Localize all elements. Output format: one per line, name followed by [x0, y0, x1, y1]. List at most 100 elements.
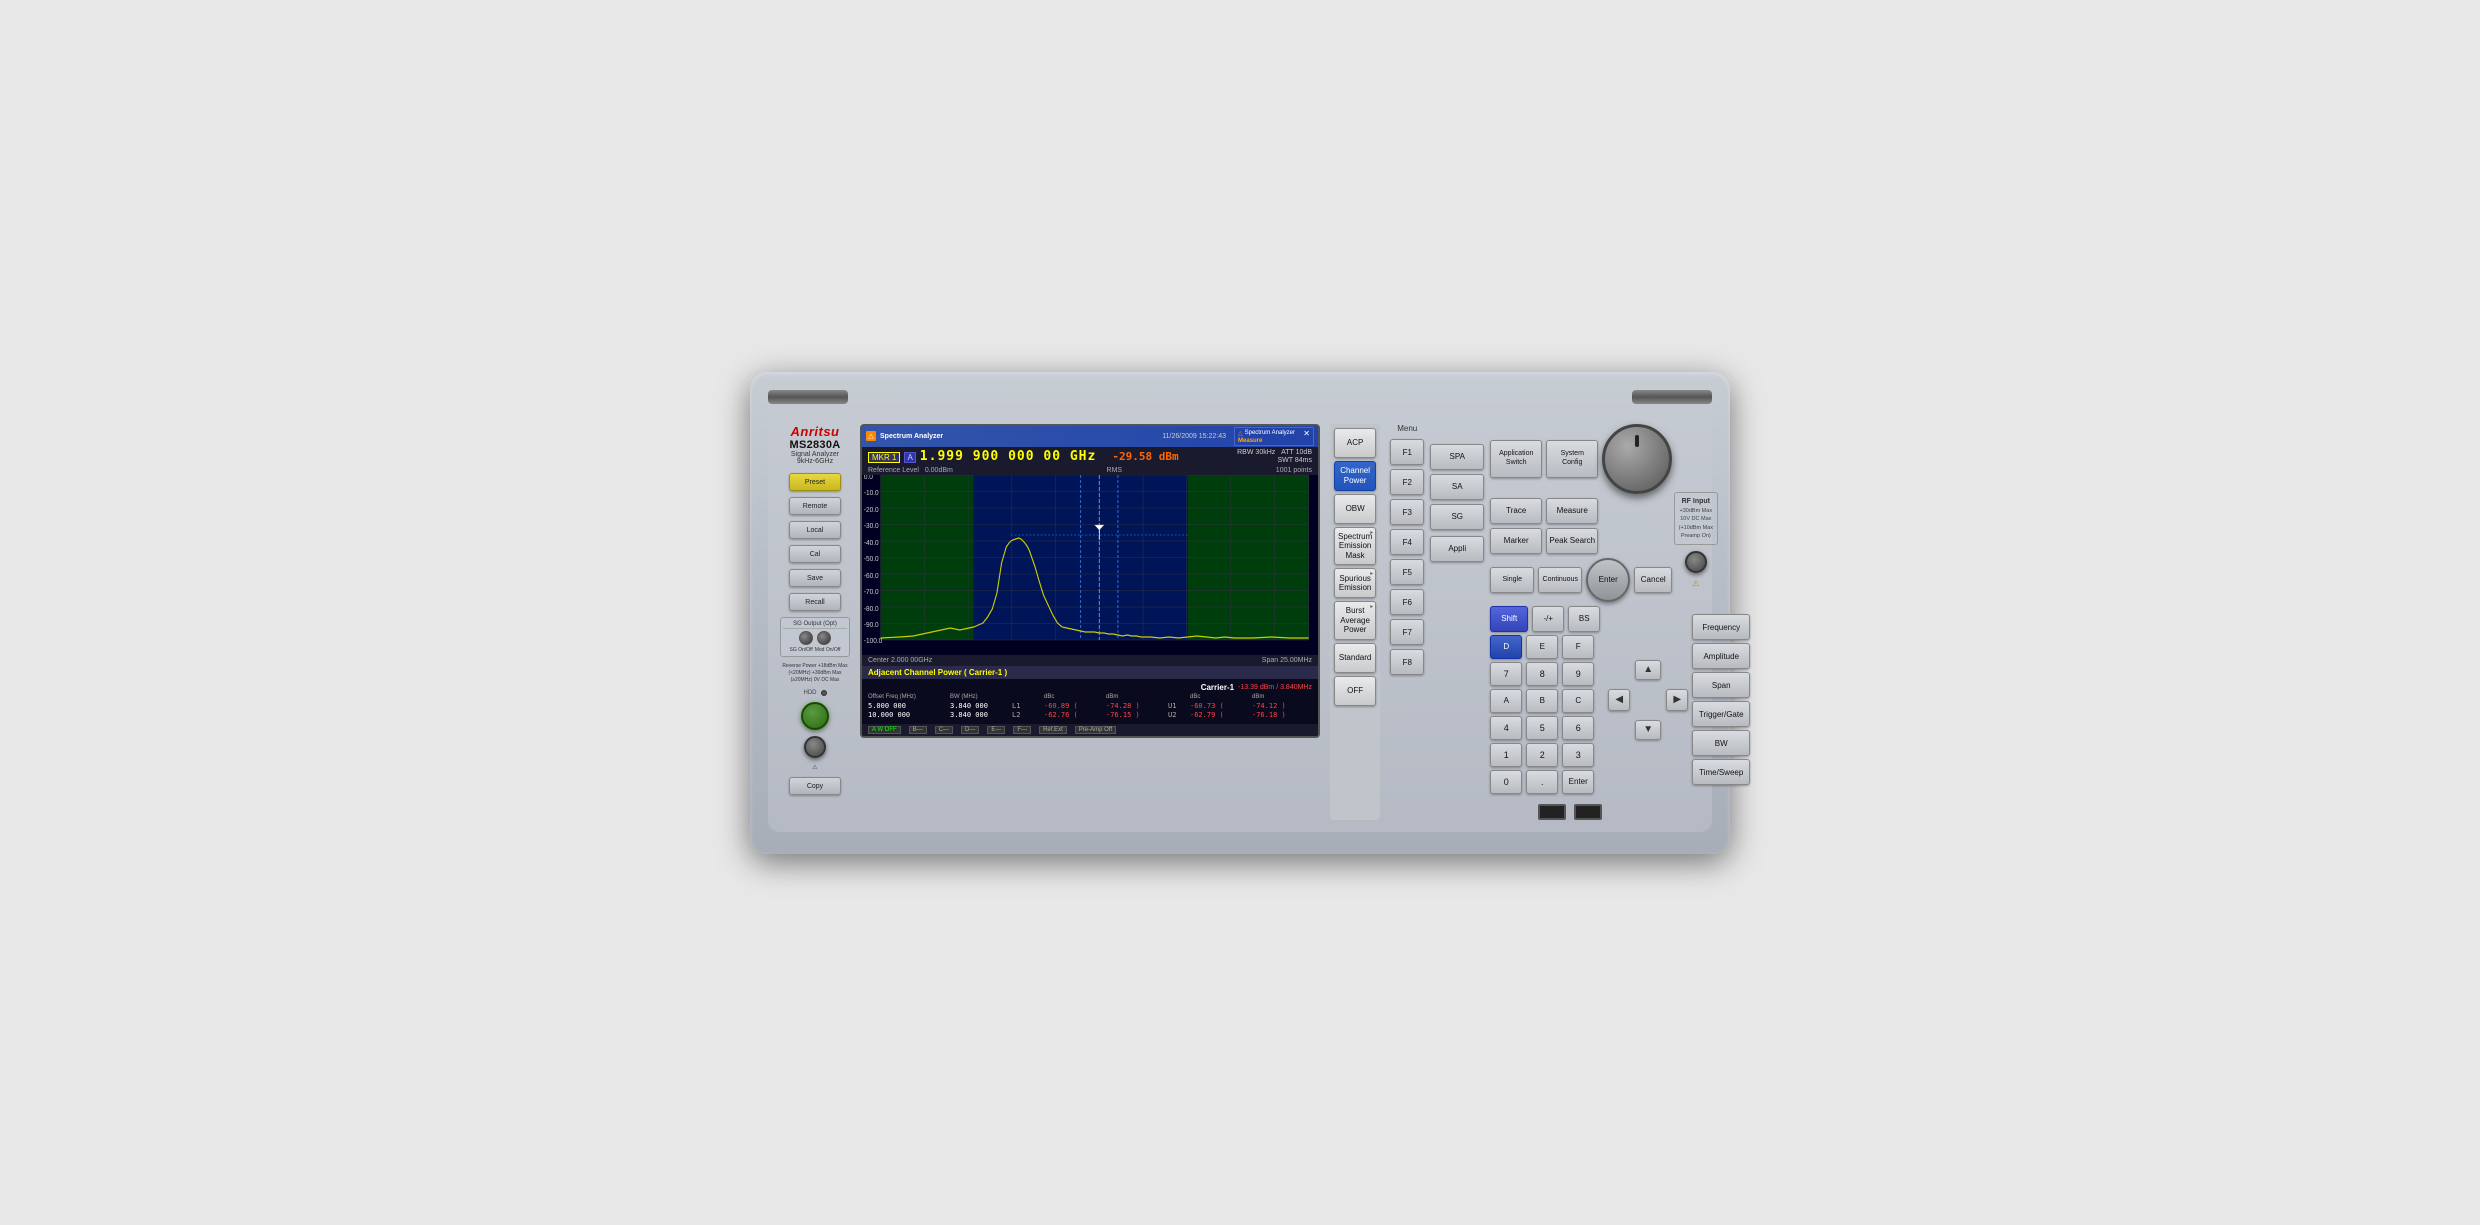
enter-num-button[interactable]: Enter — [1562, 770, 1594, 794]
num-row-123: 1 2 3 — [1490, 743, 1600, 767]
key-c[interactable]: C — [1562, 689, 1594, 713]
softkey-channel-power[interactable]: Channel Power ▸ — [1334, 461, 1376, 491]
arrow-left-button[interactable]: ◀ — [1608, 689, 1630, 711]
key-7[interactable]: 7 — [1490, 662, 1522, 686]
preamp-label: Pre-Amp Off — [1075, 726, 1116, 734]
key-d[interactable]: D — [1490, 635, 1522, 659]
key-3[interactable]: 3 — [1562, 743, 1594, 767]
carrier-title: Carrier-1 — [1201, 683, 1234, 692]
cal-button[interactable]: Cal — [789, 545, 841, 563]
amplitude-button[interactable]: Amplitude — [1692, 643, 1750, 669]
acp-r2-l2: L2 — [1012, 711, 1042, 719]
softkey-standard[interactable]: Standard — [1334, 643, 1376, 673]
carrier-val: -13.39 dBm / 3.840MHz — [1238, 684, 1312, 691]
copy-button[interactable]: Copy — [789, 777, 841, 795]
brand-logo: Anritsu MS2830A Signal Analyzer 9kHz-6GH… — [789, 424, 840, 465]
f6-key[interactable]: F6 — [1390, 589, 1424, 615]
key-f[interactable]: F — [1562, 635, 1594, 659]
model-name: MS2830A — [789, 439, 840, 451]
save-button[interactable]: Save — [789, 569, 841, 587]
svg-text:-80.0: -80.0 — [864, 605, 879, 612]
sg-button[interactable]: SG — [1430, 504, 1484, 530]
acp-title: Adjacent Channel Power ( Carrier-1 ) — [862, 666, 1318, 679]
single-button[interactable]: Single — [1490, 567, 1534, 593]
trigger-gate-button[interactable]: Trigger/Gate — [1692, 701, 1750, 727]
key-9[interactable]: 9 — [1562, 662, 1594, 686]
cancel-button[interactable]: Cancel — [1634, 567, 1672, 593]
key-e[interactable]: E — [1526, 635, 1558, 659]
span-button[interactable]: Span — [1692, 672, 1750, 698]
f8-key[interactable]: F8 — [1390, 649, 1424, 675]
usb-port-1[interactable] — [1538, 804, 1566, 820]
application-switch-button[interactable]: Application Switch — [1490, 440, 1542, 478]
spa-button[interactable]: SPA — [1430, 444, 1484, 470]
key-0[interactable]: 0 — [1490, 770, 1522, 794]
key-6[interactable]: 6 — [1562, 716, 1594, 740]
svg-text:-100.0: -100.0 — [864, 637, 883, 644]
system-config-button[interactable]: System Config — [1546, 440, 1598, 478]
key-4[interactable]: 4 — [1490, 716, 1522, 740]
sg-on-off-knob[interactable] — [799, 631, 813, 645]
softkey-spectrum-emission[interactable]: Spectrum Emission Mask ▸ — [1334, 527, 1376, 566]
arrow-up-button[interactable]: ▲ — [1635, 660, 1661, 680]
local-button[interactable]: Local — [789, 521, 841, 539]
power-button[interactable] — [801, 702, 829, 730]
key-5[interactable]: 5 — [1526, 716, 1558, 740]
softkey-obw[interactable]: OBW — [1334, 494, 1376, 524]
remote-button[interactable]: Remote — [789, 497, 841, 515]
f5-key[interactable]: F5 — [1390, 559, 1424, 585]
key-8[interactable]: 8 — [1526, 662, 1558, 686]
f7-key[interactable]: F7 — [1390, 619, 1424, 645]
rf-input-title: RF Input — [1679, 497, 1713, 508]
softkey-burst-average[interactable]: Burst Average Power ▸ — [1334, 601, 1376, 640]
status-seg-6: F— — [1013, 726, 1031, 734]
sg-output-title: SG Output (Opt) — [783, 621, 847, 629]
key-1[interactable]: 1 — [1490, 743, 1522, 767]
col-h3 — [1012, 694, 1042, 700]
key-dot[interactable]: . — [1526, 770, 1558, 794]
key-b[interactable]: B — [1526, 689, 1558, 713]
reverse-power-label: Reverse Power +18dBm Max (<20MHz) +30dBm… — [780, 663, 850, 684]
recall-button[interactable]: Recall — [789, 593, 841, 611]
key-a[interactable]: A — [1490, 689, 1522, 713]
acp-r2-bw: 3.840 000 — [950, 711, 1010, 719]
continuous-button[interactable]: Continuous — [1538, 567, 1582, 593]
rf-input-area: RF Input +30dBm Max10V DC Max(+10dBm Max… — [1674, 492, 1718, 589]
shift-button[interactable]: Shift — [1490, 606, 1528, 632]
top-handles — [768, 390, 1712, 404]
softkey-off[interactable]: OFF — [1334, 676, 1376, 706]
peak-search-button[interactable]: Peak Search — [1546, 528, 1598, 554]
f2-key[interactable]: F2 — [1390, 469, 1424, 495]
mod-on-off-knob[interactable] — [817, 631, 831, 645]
usb-ports — [1390, 804, 1750, 820]
shift-row: Shift -/+ BS — [1490, 606, 1600, 632]
frequency-button[interactable]: Frequency — [1692, 614, 1750, 640]
status-seg-1: A W OFF — [868, 726, 901, 734]
f1-key[interactable]: F1 — [1390, 439, 1424, 465]
rf-input-box: RF Input +30dBm Max10V DC Max(+10dBm Max… — [1674, 492, 1718, 546]
bw-button[interactable]: BW — [1692, 730, 1750, 756]
preset-button[interactable]: Preset — [789, 473, 841, 491]
arrow-down-button[interactable]: ▼ — [1635, 720, 1661, 740]
enter-button[interactable]: Enter — [1586, 558, 1630, 602]
key-2[interactable]: 2 — [1526, 743, 1558, 767]
bs-button[interactable]: BS — [1568, 606, 1600, 632]
spectrum-svg: 0.0 -10.0 -20.0 -30.0 -40.0 -50.0 -60.0 … — [862, 475, 1318, 655]
col-h6 — [1168, 694, 1188, 700]
arrow-right-button[interactable]: ▶ — [1666, 689, 1688, 711]
usb-port-2[interactable] — [1574, 804, 1602, 820]
f3-key[interactable]: F3 — [1390, 499, 1424, 525]
f4-key[interactable]: F4 — [1390, 529, 1424, 555]
main-knob[interactable] — [1602, 424, 1672, 494]
appli-button[interactable]: Appli — [1430, 536, 1484, 562]
softkey-acp[interactable]: ACP — [1334, 428, 1376, 458]
top-btn-row-1: Application Switch System Config — [1490, 424, 1750, 494]
softkey-spurious-emission[interactable]: Spurious Emission ▸ — [1334, 568, 1376, 598]
marker-button[interactable]: Marker — [1490, 528, 1542, 554]
minus-plus-button[interactable]: -/+ — [1532, 606, 1564, 632]
trace-button[interactable]: Trace — [1490, 498, 1542, 524]
sa-button[interactable]: SA — [1430, 474, 1484, 500]
time-sweep-button[interactable]: Time/Sweep — [1692, 759, 1750, 785]
menu-label: Menu — [1390, 424, 1424, 433]
measure-button[interactable]: Measure — [1546, 498, 1598, 524]
